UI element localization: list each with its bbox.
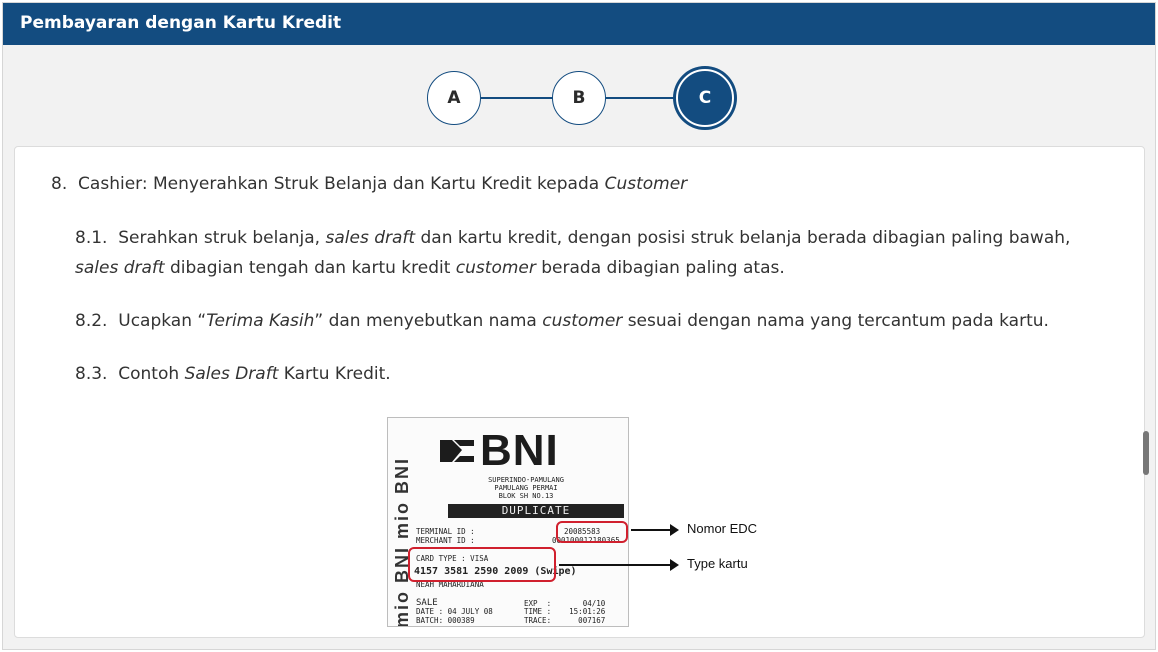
receipt-sale: SALE [416, 598, 438, 608]
item-text: Ucapkan “ [118, 311, 207, 331]
item-number: 8.1. [75, 228, 108, 248]
heading-italic: Customer [604, 174, 688, 194]
step-c-button[interactable]: C [676, 69, 734, 127]
terminal-id-highlight [556, 521, 628, 543]
stepper: A B C [3, 45, 1155, 145]
receipt-store-line: BLOK SH NO.13 [498, 492, 554, 500]
receipt-trace: TRACE: 007167 [524, 616, 606, 625]
heading-text: Cashier: Menyerahkan Struk Belanja dan K… [78, 174, 605, 194]
item-text: dan kartu kredit, dengan posisi struk be… [415, 228, 1071, 248]
receipt-date: DATE : 04 JULY 08 [416, 607, 493, 616]
receipt-store-line: PAMULANG PERMAI [494, 484, 558, 492]
receipt-side-logo: mio BNI mio BNI [392, 456, 412, 627]
item-number: 8.2. [75, 311, 108, 331]
italic-term: sales draft [75, 258, 165, 278]
instruction-list: 8.1. Serahkan struk belanja, sales draft… [51, 223, 1111, 389]
italic-term: sales draft [325, 228, 416, 248]
italic-term: Terima Kasih [206, 311, 315, 331]
item-text: Contoh [118, 364, 185, 384]
item-text: Serahkan struk belanja, [118, 228, 326, 248]
bni-logo-icon [440, 440, 474, 462]
receipt-time: TIME : 15:01:26 [524, 607, 606, 616]
item-text: sesuai dengan nama yang tercantum pada k… [622, 311, 1049, 331]
italic-term: Sales Draft [184, 364, 279, 384]
italic-term: customer [542, 311, 623, 331]
receipt-logo-text: BNI [480, 426, 559, 475]
arrow-right-icon [631, 524, 679, 536]
receipt-terminal-label: TERMINAL ID : [416, 527, 475, 536]
item-number: 8.3. [75, 364, 108, 384]
italic-term: customer [455, 258, 536, 278]
receipt-image: mio BNI mio BNI BNI SUPERINDO-PAMULANG P… [387, 417, 629, 627]
receipt-store-line: SUPERINDO-PAMULANG [488, 476, 564, 484]
item-text: berada dibagian paling atas. [535, 258, 785, 278]
content-card: 8. Cashier: Menyerahkan Struk Belanja da… [14, 146, 1145, 638]
receipt-duplicate-banner: DUPLICATE [448, 504, 624, 518]
scrollbar-thumb[interactable] [1143, 431, 1149, 475]
content-body: 8. Cashier: Menyerahkan Struk Belanja da… [51, 169, 1111, 412]
card-type-highlight [408, 547, 556, 582]
step-b-button[interactable]: B [552, 71, 606, 125]
step-label: C [698, 88, 712, 108]
receipt-holder: NEAH MAHARDIANA [416, 580, 484, 589]
header-bar: Pembayaran dengan Kartu Kredit [3, 3, 1155, 45]
instruction-item: 8.3. Contoh Sales Draft Kartu Kredit. [75, 359, 1111, 389]
receipt-merchant-label: MERCHANT ID : [416, 536, 475, 545]
window-frame: Pembayaran dengan Kartu Kredit A B C 8. … [2, 2, 1156, 650]
receipt-batch: BATCH: 000389 [416, 616, 475, 625]
instruction-item: 8.1. Serahkan struk belanja, sales draft… [75, 223, 1111, 283]
section-heading: 8. Cashier: Menyerahkan Struk Belanja da… [51, 169, 1111, 199]
heading-number: 8. [51, 174, 68, 194]
step-a-button[interactable]: A [427, 71, 481, 125]
step-label: A [447, 88, 461, 108]
item-text: Kartu Kredit. [278, 364, 391, 384]
sales-draft-example: mio BNI mio BNI BNI SUPERINDO-PAMULANG P… [387, 417, 807, 627]
step-connector [606, 97, 682, 99]
page-title: Pembayaran dengan Kartu Kredit [20, 13, 342, 33]
annotation-edc: Nomor EDC [687, 521, 758, 536]
step-label: B [572, 88, 586, 108]
arrow-right-icon [559, 559, 679, 571]
item-text: dibagian tengah dan kartu kredit [164, 258, 456, 278]
step-connector [481, 97, 557, 99]
instruction-item: 8.2. Ucapkan “Terima Kasih” dan menyebut… [75, 306, 1111, 336]
item-text: ” dan menyebutkan nama [314, 311, 543, 331]
annotation-card-type: Type kartu [687, 556, 748, 571]
